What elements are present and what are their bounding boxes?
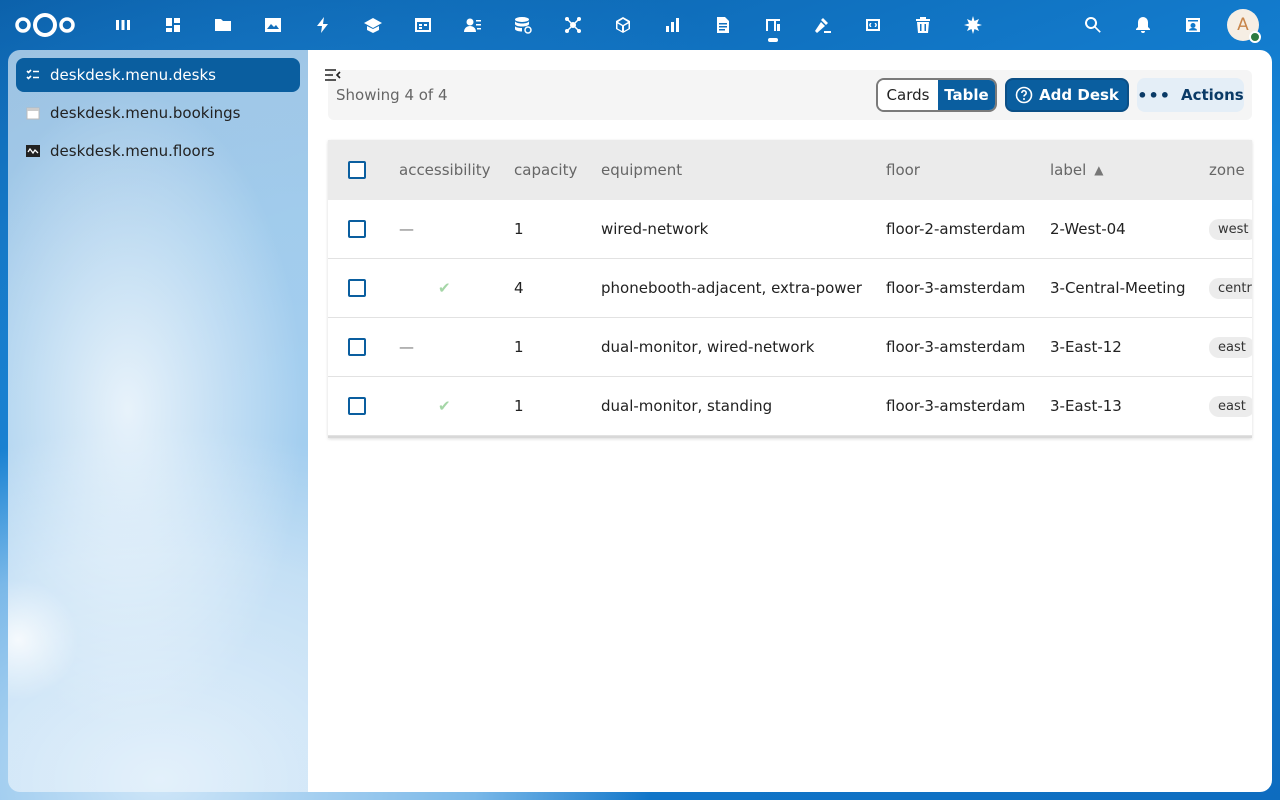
column-header-equipment[interactable]: equipment [601, 140, 682, 200]
accessibility-value: — [399, 338, 414, 356]
sidebar-item-floors[interactable]: deskdesk.menu.floors [16, 134, 300, 168]
equipment-value: wired-network [601, 220, 709, 238]
photos-icon[interactable] [248, 0, 298, 50]
equipment-value: dual-monitor, standing [601, 397, 773, 415]
sidebar-item-label: deskdesk.menu.desks [50, 66, 216, 84]
contacts-menu-icon[interactable] [1168, 0, 1218, 50]
top-bar: A [0, 0, 1280, 50]
search-icon[interactable] [1068, 0, 1118, 50]
nextcloud-logo[interactable] [14, 11, 76, 39]
column-header-accessibility[interactable]: accessibility [399, 140, 491, 200]
column-header-label[interactable]: label ▲ [1050, 140, 1104, 200]
label-value: 3-East-12 [1050, 338, 1122, 356]
column-header-capacity[interactable]: capacity [514, 140, 577, 200]
app-content: Showing 4 of 4 Cards Table Add Desk ••• … [308, 50, 1272, 792]
floor-value: floor-2-amsterdam [886, 220, 1026, 238]
capacity-value: 1 [514, 397, 524, 415]
actions-button[interactable]: ••• Actions [1137, 78, 1244, 112]
desks-table: accessibility capacity equipment floor l… [328, 140, 1252, 438]
dots-horizontal-icon: ••• [1137, 85, 1171, 105]
add-desk-button[interactable]: Add Desk [1005, 78, 1129, 112]
calendar-table-icon[interactable] [398, 0, 448, 50]
select-all-checkbox[interactable] [348, 161, 366, 179]
accessibility-value: — [399, 220, 414, 238]
floor-value: floor-3-amsterdam [886, 279, 1026, 297]
table-row[interactable]: ✔ 4 phonebooth-adjacent, extra-power flo… [328, 259, 1252, 318]
toggle-navigation-icon[interactable] [322, 64, 344, 86]
dashboard-icon[interactable] [148, 0, 198, 50]
equipment-value: phonebooth-adjacent, extra-power [601, 279, 862, 297]
activity-icon[interactable] [298, 0, 348, 50]
files-icon[interactable] [198, 0, 248, 50]
showing-count: Showing 4 of 4 [336, 86, 448, 104]
notifications-icon[interactable] [1118, 0, 1168, 50]
view-cards-button[interactable]: Cards [878, 80, 938, 110]
column-header-label-text: label [1050, 161, 1087, 179]
floor-value: floor-3-amsterdam [886, 397, 1026, 415]
floorplan-icon [26, 145, 40, 157]
zone-chip: west [1209, 218, 1252, 240]
online-status-badge [1249, 31, 1261, 43]
table-row[interactable]: — 1 wired-network floor-2-amsterdam 2-We… [328, 200, 1252, 259]
view-switcher: Cards Table [876, 78, 997, 112]
app-navigation: deskdesk.menu.desks deskdesk.menu.bookin… [8, 50, 308, 792]
deskdesk-icon[interactable] [748, 0, 798, 50]
capacity-value: 4 [514, 279, 524, 297]
label-value: 2-West-04 [1050, 220, 1126, 238]
sidebar-item-label: deskdesk.menu.bookings [50, 104, 241, 122]
app-menu [98, 0, 998, 50]
toolbar: Showing 4 of 4 Cards Table Add Desk ••• … [328, 70, 1252, 120]
sidebar-item-desks[interactable]: deskdesk.menu.desks [16, 58, 300, 92]
add-desk-label: Add Desk [1039, 86, 1119, 104]
sidebar-item-bookings[interactable]: deskdesk.menu.bookings [16, 96, 300, 130]
check-icon: ✔ [438, 397, 451, 415]
sidebar-item-label: deskdesk.menu.floors [50, 142, 215, 160]
zone-chip: east [1209, 336, 1252, 358]
row-checkbox[interactable] [348, 338, 366, 356]
capacity-value: 1 [514, 338, 524, 356]
row-checkbox[interactable] [348, 279, 366, 297]
code-icon[interactable] [848, 0, 898, 50]
header-right: A [1068, 0, 1280, 50]
document-icon[interactable] [698, 0, 748, 50]
row-checkbox[interactable] [348, 220, 366, 238]
zone-chip: east [1209, 395, 1252, 417]
contacts-icon[interactable] [448, 0, 498, 50]
table-header-row: accessibility capacity equipment floor l… [328, 140, 1252, 200]
table-row[interactable]: — 1 dual-monitor, wired-network floor-3-… [328, 318, 1252, 377]
sort-ascending-icon: ▲ [1094, 163, 1104, 177]
table-row[interactable]: ✔ 1 dual-monitor, standing floor-3-amste… [328, 377, 1252, 436]
trash-icon[interactable] [898, 0, 948, 50]
zone-chip: central [1209, 277, 1252, 299]
floor-value: floor-3-amsterdam [886, 338, 1026, 356]
column-header-floor[interactable]: floor [886, 140, 920, 200]
chart-hand-icon[interactable] [648, 0, 698, 50]
actions-label: Actions [1180, 86, 1244, 104]
label-value: 3-Central-Meeting [1050, 279, 1186, 297]
row-checkbox[interactable] [348, 397, 366, 415]
help-circle-icon [1015, 86, 1033, 104]
label-value: 3-East-13 [1050, 397, 1122, 415]
capacity-value: 1 [514, 220, 524, 238]
network-icon[interactable] [548, 0, 598, 50]
checklist-icon [26, 69, 39, 80]
view-table-button[interactable]: Table [938, 80, 995, 110]
avatar-initial: A [1237, 15, 1249, 35]
cube-icon[interactable] [598, 0, 648, 50]
settings-burst-icon[interactable] [948, 0, 998, 50]
avatar[interactable]: A [1227, 9, 1261, 43]
check-icon: ✔ [438, 279, 451, 297]
column-header-zone[interactable]: zone [1209, 140, 1245, 200]
equipment-value: dual-monitor, wired-network [601, 338, 815, 356]
learn-icon[interactable] [348, 0, 398, 50]
gavel-icon[interactable] [798, 0, 848, 50]
calendar-icon [26, 107, 40, 120]
apps-icon[interactable] [98, 0, 148, 50]
database-icon[interactable] [498, 0, 548, 50]
